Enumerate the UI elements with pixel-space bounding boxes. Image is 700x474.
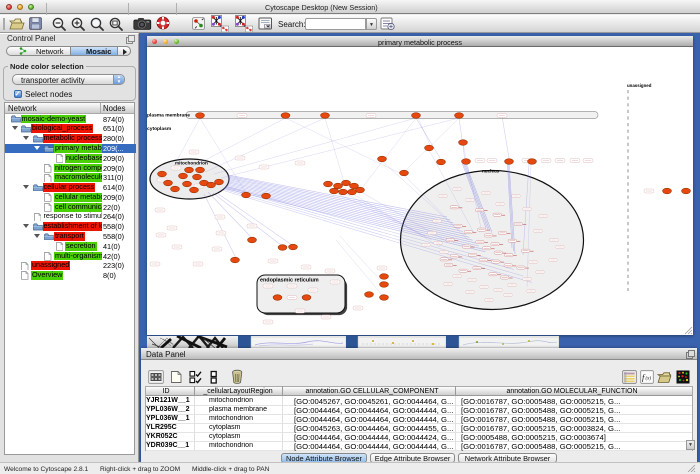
svg-text:plasma membrane: plasma membrane bbox=[147, 113, 190, 119]
svg-text:unassigned: unassigned bbox=[627, 83, 652, 88]
svg-text:cytoplasm: cytoplasm bbox=[147, 126, 172, 132]
svg-text:(x): (x) bbox=[646, 377, 652, 382]
svg-text:nucleus: nucleus bbox=[482, 169, 500, 174]
svg-text:endoplasmic reticulum: endoplasmic reticulum bbox=[260, 278, 319, 284]
